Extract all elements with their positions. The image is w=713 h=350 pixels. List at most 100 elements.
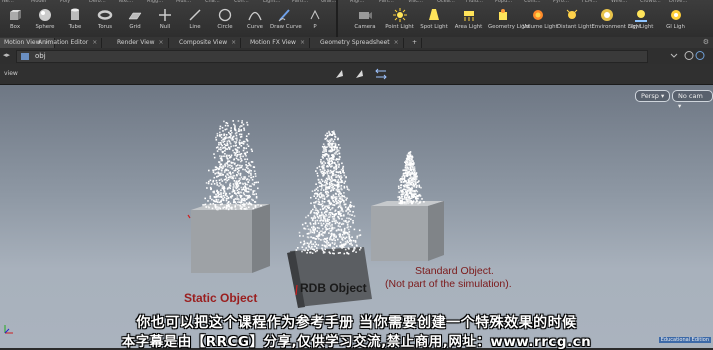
tool-path[interactable]: P xyxy=(300,6,330,36)
area-light-icon xyxy=(463,11,474,21)
viewport-toolbar: view xyxy=(0,64,713,85)
tool-label: Point Light xyxy=(385,24,414,30)
gi-light-icon xyxy=(670,10,681,20)
viewport-tool-icons[interactable] xyxy=(334,68,390,80)
persp-button[interactable]: Persp ▾ xyxy=(635,90,671,102)
shelf-tab[interactable]: Visc… xyxy=(408,0,423,4)
camera-button[interactable]: No cam ▾ xyxy=(672,90,713,110)
tool-geometry-light[interactable]: Geometry Light xyxy=(488,6,531,36)
shelf-tab[interactable]: Wire… xyxy=(611,0,627,4)
tool-label: Sphere xyxy=(35,24,55,30)
tool-line[interactable]: Line xyxy=(180,6,210,36)
tool-sky-light[interactable]: Sky Light xyxy=(626,6,656,36)
subtitle-line-2: 本字幕是由【RRCG】分享,仅供学习交流,禁止商用,网址：www.rrcg.cn xyxy=(121,334,592,350)
tool-draw-curve[interactable]: Draw Curve xyxy=(270,6,302,36)
close-icon[interactable]: × xyxy=(231,39,236,46)
shelf-tab[interactable]: Fluid… xyxy=(466,0,483,4)
line-icon xyxy=(189,9,201,21)
tool-label: Volume Light xyxy=(522,24,558,30)
tool-box[interactable]: Box xyxy=(0,6,30,36)
shelf-tab[interactable]: Grai… xyxy=(321,0,336,4)
scene-viewport[interactable]: Persp ▾ No cam ▾ Static Object RDB Objec… xyxy=(0,85,713,348)
tool-sphere[interactable]: Sphere xyxy=(30,6,60,36)
path-icon xyxy=(310,9,320,20)
circle-icon xyxy=(218,8,232,22)
shelf-tab[interactable]: Defo… xyxy=(89,0,106,4)
rbd-bucket xyxy=(287,247,372,308)
close-icon[interactable]: × xyxy=(159,39,164,46)
curve-icon xyxy=(248,11,262,21)
sky-light-icon xyxy=(635,10,647,22)
environment-light-icon xyxy=(600,9,613,21)
pane-menu-icon[interactable]: ⚙ xyxy=(703,38,709,46)
static-box xyxy=(191,204,270,273)
tab-label: Composite View xyxy=(179,39,228,46)
shelf-tab[interactable]: Cont… xyxy=(524,0,541,4)
tool-label: Geometry Light xyxy=(488,24,531,30)
shelf-tab[interactable]: Model xyxy=(31,0,46,4)
tool-label: Sky Light xyxy=(628,24,654,30)
shelf-tab[interactable]: Drive… xyxy=(669,0,687,4)
tab-geometry-spreadsheet[interactable]: Geometry Spreadsheet × xyxy=(316,38,404,48)
shelf-tab[interactable]: Part… xyxy=(379,0,394,4)
path-options-icons[interactable] xyxy=(667,50,707,61)
torus-icon xyxy=(97,10,113,20)
viewport-title: view xyxy=(4,70,18,77)
tool-distant-light[interactable]: Distant Light xyxy=(557,6,592,36)
shelf-tab[interactable]: Pyro… xyxy=(553,0,569,4)
tab-animation-editor[interactable]: Animation Editor × xyxy=(34,38,103,48)
point-light-icon xyxy=(392,8,407,22)
path-field[interactable]: obj xyxy=(16,50,648,63)
shelf-tab[interactable]: Poly xyxy=(60,0,70,4)
tool-curve[interactable]: Curve xyxy=(240,6,270,36)
shelf-tab[interactable]: Rigi… xyxy=(350,0,364,4)
shelf-tab[interactable]: Light… xyxy=(263,0,280,4)
tab-motion-fx-view[interactable]: Motion FX View × xyxy=(246,38,310,48)
tool-tube[interactable]: Tube xyxy=(60,6,90,36)
tool-label: Null xyxy=(159,24,171,30)
tab-render-view[interactable]: Render View × xyxy=(113,38,169,48)
shelf-tab[interactable]: FEM… xyxy=(582,0,597,4)
shelf-tab[interactable]: Cha… xyxy=(205,0,220,4)
path-text: obj xyxy=(35,52,46,60)
shelf-tab[interactable]: Rigg… xyxy=(147,0,163,4)
shelf-tab[interactable]: Ocea… xyxy=(437,0,455,4)
tool-gi-light[interactable]: GI Ligh xyxy=(661,6,691,36)
standard-object-label: Standard Object. xyxy=(415,265,494,277)
back-forward-icon[interactable]: ◂▸ xyxy=(3,51,10,59)
shelf-tab[interactable]: Crowd… xyxy=(640,0,661,4)
tool-label: Draw Curve xyxy=(270,24,302,30)
tool-null[interactable]: Null xyxy=(150,6,180,36)
close-icon[interactable]: × xyxy=(92,39,97,46)
sphere-icon xyxy=(39,9,51,21)
tool-area-light[interactable]: Area Light xyxy=(454,6,484,36)
tool-label: GI Ligh xyxy=(666,24,685,30)
persp-label: Persp xyxy=(641,92,659,100)
tool-grid[interactable]: Grid xyxy=(120,6,150,36)
static-particles xyxy=(202,120,262,211)
tab-composite-view[interactable]: Composite View × xyxy=(175,38,242,48)
shelf-tab[interactable]: Con… xyxy=(234,0,249,4)
geometry-light-icon xyxy=(499,9,507,20)
shelf-tab[interactable]: Text… xyxy=(118,0,133,4)
tool-volume-light[interactable]: Volume Light xyxy=(522,6,558,36)
path-bar: ◂▸ obj xyxy=(0,48,713,65)
tool-point-light[interactable]: Point Light xyxy=(385,6,415,36)
tool-camera[interactable]: Camera xyxy=(350,6,380,36)
tool-circle[interactable]: Circle xyxy=(210,6,240,36)
shelf-tab[interactable]: Parti… xyxy=(292,0,308,4)
close-icon[interactable]: × xyxy=(394,39,399,46)
shelf-divider xyxy=(336,0,338,37)
tool-label: Camera xyxy=(354,24,376,30)
tool-spot-light[interactable]: Spot Light xyxy=(419,6,449,36)
rbd-object-label: RDB Object xyxy=(300,281,367,295)
tool-environment-light[interactable]: Environment Light xyxy=(592,6,641,36)
shelf-tab[interactable]: Ne… xyxy=(2,0,14,4)
add-tab-button[interactable]: + xyxy=(408,38,423,48)
standard-box xyxy=(371,201,444,261)
camera-icon xyxy=(359,12,372,19)
shelf-tab[interactable]: Mus… xyxy=(176,0,191,4)
close-icon[interactable]: × xyxy=(300,39,305,46)
shelf-tab[interactable]: Popu… xyxy=(495,0,512,4)
tool-torus[interactable]: Torus xyxy=(90,6,120,36)
